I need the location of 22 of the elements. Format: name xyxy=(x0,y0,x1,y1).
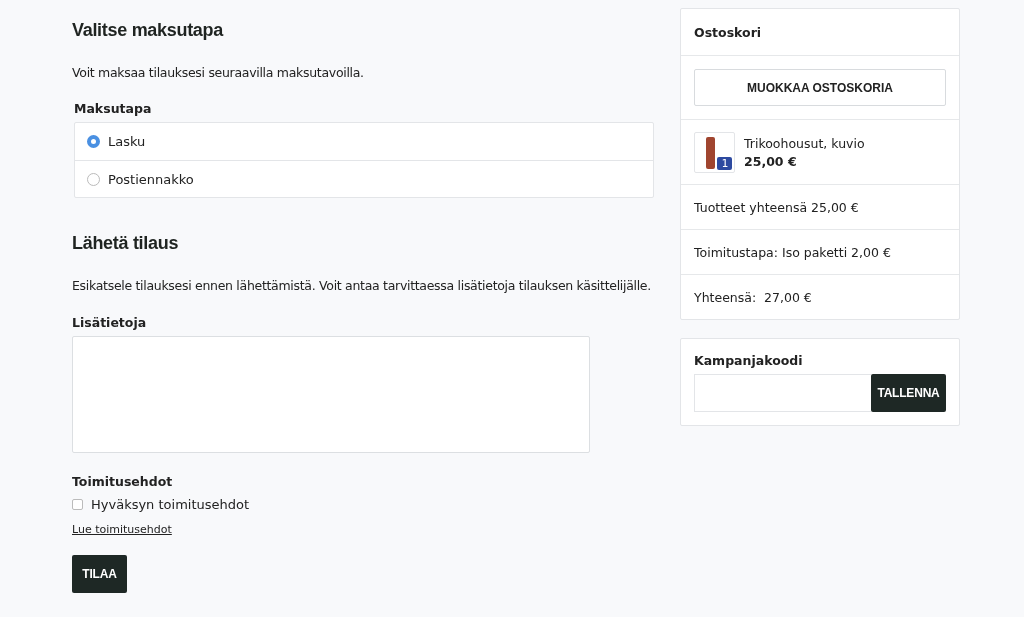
option-label[interactable]: Postiennakko xyxy=(108,171,194,187)
field-label: Maksutapa xyxy=(74,101,153,117)
edit-cart-button[interactable]: MUOKKAA OSTOSKORIA xyxy=(694,69,946,106)
field-label: Toimitusehdot xyxy=(72,473,174,489)
field-label: Lisätietoja xyxy=(72,314,148,330)
intro-text: Esikatsele tilauksesi ennen lähettämistä. Voit antaa tarvittaessa lisätietoja tilauksen käsittelijälle. xyxy=(72,278,651,295)
panel-title: Ostoskori xyxy=(694,24,762,40)
quantity-badge: 1 xyxy=(717,156,732,170)
product-price: 25,00 € xyxy=(744,153,798,169)
total-line: Toimitustapa: Iso paketti 2,00 € xyxy=(694,244,891,260)
section-heading: Lähetä tilaus xyxy=(72,233,180,255)
option-label[interactable]: Lasku xyxy=(108,134,146,150)
order-button[interactable]: TILAA xyxy=(72,554,127,593)
field-label: Kampanjakoodi xyxy=(694,353,804,368)
section-heading: Valitse maksutapa xyxy=(72,20,225,41)
total-line: Tuotteet yhteensä 25,00 € xyxy=(694,199,859,215)
total-line: Yhteensä: 27,00 € xyxy=(694,289,812,305)
save-button[interactable]: TALLENNA xyxy=(871,374,946,412)
intro-text: Voit maksaa tilauksesi seuraavilla maksutavoilla. xyxy=(72,65,364,82)
product-name: Trikoohousut, kuvio xyxy=(744,135,865,151)
checkbox-label[interactable]: Hyväksyn toimitusehdot xyxy=(91,496,250,512)
terms-link[interactable]: Lue toimitusehdot xyxy=(72,522,172,536)
